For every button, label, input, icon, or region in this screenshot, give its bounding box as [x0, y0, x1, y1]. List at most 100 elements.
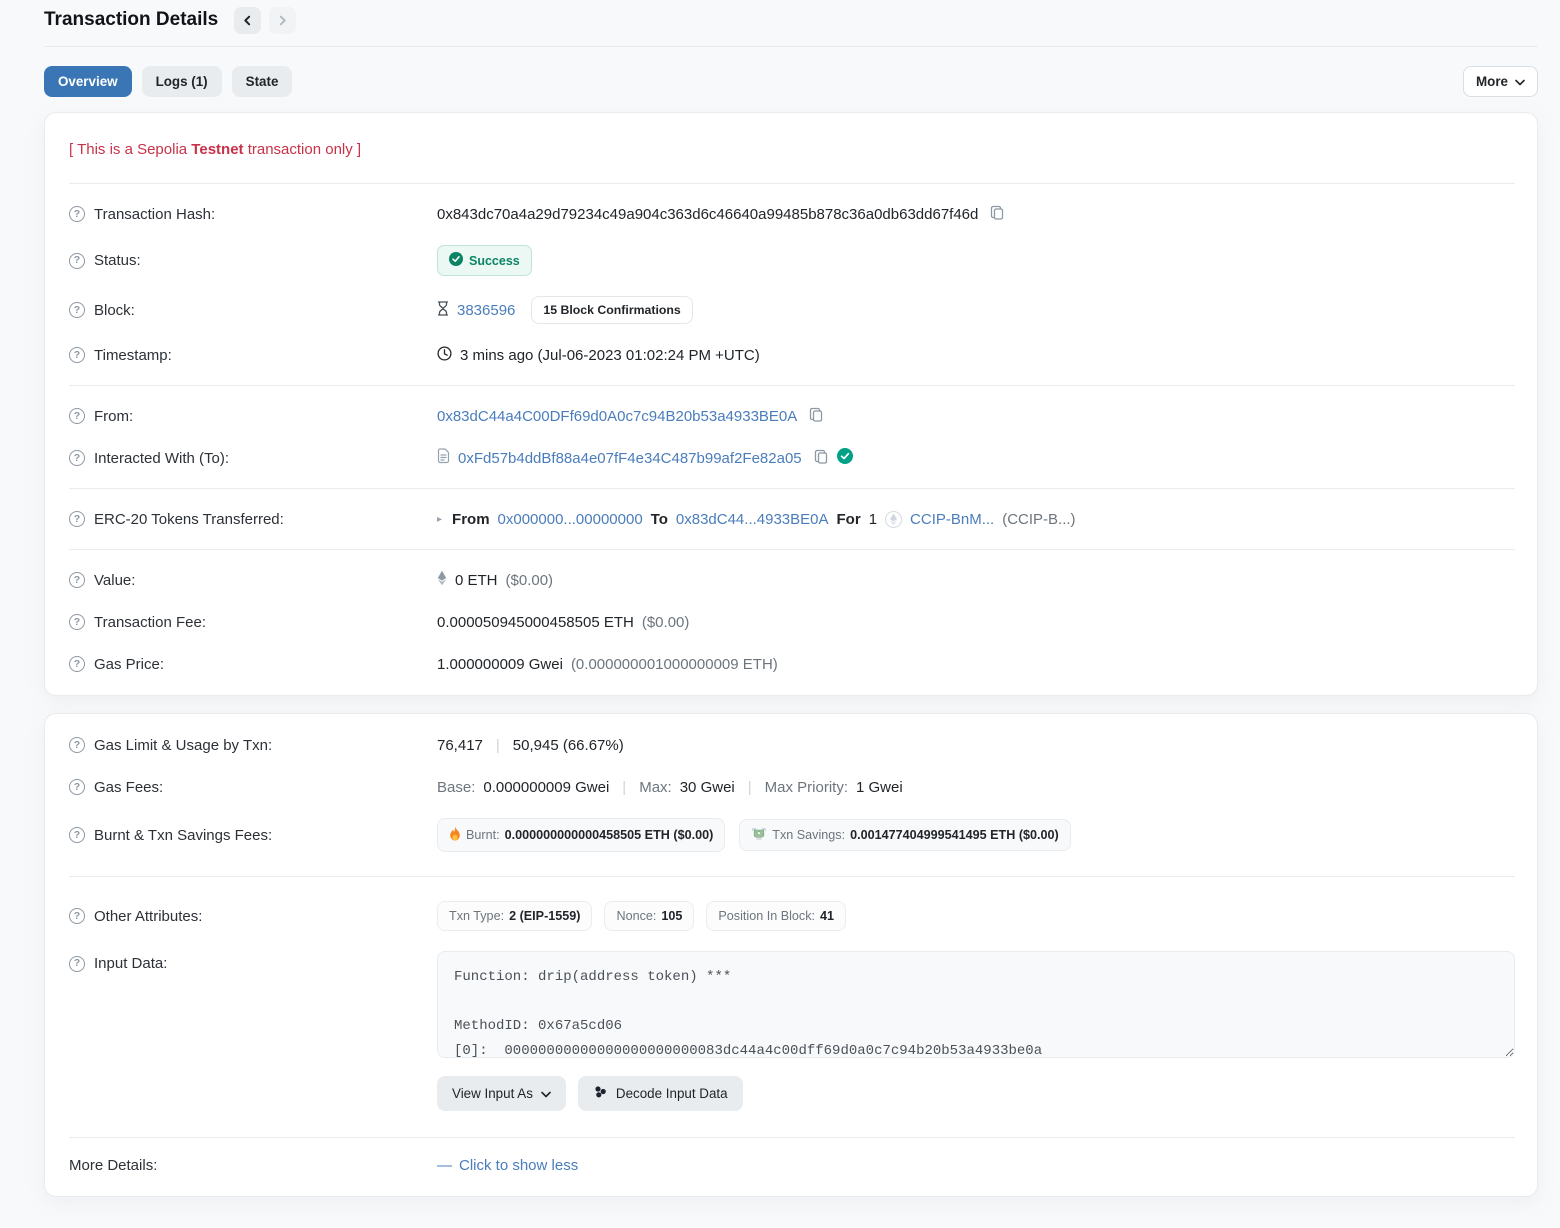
- row-other-attributes: ? Other Attributes: Txn Type: 2 (EIP-155…: [69, 891, 1515, 941]
- burnt-savings-label: Burnt & Txn Savings Fees:: [94, 827, 272, 844]
- chevron-right-icon: [277, 15, 288, 26]
- erc20-for-word: For: [837, 511, 861, 528]
- tab-logs[interactable]: Logs (1): [142, 66, 222, 97]
- prev-transaction-button[interactable]: [234, 7, 261, 34]
- page-title: Transaction Details: [44, 9, 218, 31]
- decode-nodes-icon: [593, 1085, 608, 1102]
- copy-hash-button[interactable]: [986, 205, 1005, 224]
- divider: [69, 549, 1515, 550]
- row-gas-fees: ? Gas Fees: Base: 0.000000009 Gwei | Max…: [69, 766, 1515, 808]
- pipe-divider: |: [743, 779, 757, 796]
- copy-icon: [809, 407, 824, 426]
- help-icon[interactable]: ?: [69, 408, 85, 424]
- details-card: ? Gas Limit & Usage by Txn: 76,417 | 50,…: [44, 713, 1538, 1197]
- to-address-link[interactable]: 0xFd57b4ddBf88a4e07fF4e34C487b99af2Fe82a…: [458, 450, 802, 467]
- row-transaction-fee: ? Transaction Fee: 0.000050945000458505 …: [69, 601, 1515, 643]
- gas-used-value: 50,945 (66.67%): [513, 737, 624, 754]
- divider: [69, 385, 1515, 386]
- txn-savings-value: 0.001477404999541495 ETH ($0.00): [850, 828, 1059, 842]
- help-icon[interactable]: ?: [69, 614, 85, 630]
- input-data-label: Input Data:: [94, 955, 167, 972]
- help-icon[interactable]: ?: [69, 347, 85, 363]
- block-number-link[interactable]: 3836596: [457, 302, 515, 319]
- help-icon[interactable]: ?: [69, 779, 85, 795]
- help-icon[interactable]: ?: [69, 511, 85, 527]
- tab-overview[interactable]: Overview: [44, 66, 132, 97]
- txn-savings-chip: Txn Savings: 0.001477404999541495 ETH ($…: [739, 819, 1070, 851]
- copy-from-button[interactable]: [805, 407, 824, 426]
- decode-input-data-label: Decode Input Data: [616, 1086, 728, 1101]
- transaction-fee-label: Transaction Fee:: [94, 614, 206, 631]
- decode-input-data-button[interactable]: Decode Input Data: [578, 1076, 743, 1111]
- header-divider: [44, 46, 1538, 47]
- help-icon[interactable]: ?: [69, 956, 85, 972]
- help-icon[interactable]: ?: [69, 450, 85, 466]
- erc20-token-link[interactable]: CCIP-BnM...: [910, 511, 994, 528]
- gas-limit-value: 76,417: [437, 737, 483, 754]
- txn-type-key: Txn Type:: [449, 909, 504, 923]
- help-icon[interactable]: ?: [69, 572, 85, 588]
- from-label: From:: [94, 408, 133, 425]
- erc20-to-address-link[interactable]: 0x83dC44...4933BE0A: [676, 511, 829, 528]
- row-timestamp: ? Timestamp: 3 mins ago (Jul-06-2023 01:…: [69, 334, 1515, 376]
- more-button[interactable]: More: [1463, 66, 1538, 97]
- help-icon[interactable]: ?: [69, 737, 85, 753]
- divider: [69, 488, 1515, 489]
- gas-fees-label: Gas Fees:: [94, 779, 163, 796]
- row-transaction-hash: ? Transaction Hash: 0x843dc70a4a29d79234…: [69, 193, 1515, 235]
- help-icon[interactable]: ?: [69, 827, 85, 843]
- gas-max-priority-key: Max Priority:: [765, 779, 848, 796]
- copy-to-button[interactable]: [810, 449, 829, 468]
- row-interacted-with: ? Interacted With (To): 0xFd57b4ddBf88a4…: [69, 437, 1515, 479]
- row-gas-limit-usage: ? Gas Limit & Usage by Txn: 76,417 | 50,…: [69, 724, 1515, 766]
- view-input-as-label: View Input As: [452, 1086, 533, 1101]
- position-key: Position In Block:: [718, 909, 815, 923]
- value-usd: ($0.00): [506, 572, 554, 589]
- value-label: Value:: [94, 572, 135, 589]
- erc20-to-word: To: [651, 511, 668, 528]
- page-header: Transaction Details: [44, 0, 1538, 36]
- erc20-amount: 1: [869, 511, 877, 528]
- row-erc20-transfers: ? ERC-20 Tokens Transferred: ▸ From 0x00…: [69, 498, 1515, 540]
- tab-state[interactable]: State: [232, 66, 293, 97]
- verified-check-icon: [837, 448, 853, 468]
- help-icon[interactable]: ?: [69, 253, 85, 269]
- row-input-data: ? Input Data: Function: drip(address tok…: [69, 941, 1515, 1121]
- show-less-label: Click to show less: [459, 1157, 578, 1174]
- txn-type-chip: Txn Type: 2 (EIP-1559): [437, 901, 592, 931]
- help-icon[interactable]: ?: [69, 302, 85, 318]
- money-wings-icon: [751, 827, 767, 843]
- row-status: ? Status: Success: [69, 235, 1515, 286]
- minus-dash-icon: —: [437, 1157, 452, 1174]
- erc20-from-address-link[interactable]: 0x000000...00000000: [498, 511, 643, 528]
- gas-max-key: Max:: [639, 779, 672, 796]
- input-data-textarea[interactable]: Function: drip(address token) *** Method…: [437, 951, 1515, 1058]
- next-transaction-button[interactable]: [269, 7, 296, 34]
- erc20-token-symbol: (CCIP-B...): [1002, 511, 1075, 528]
- timestamp-label: Timestamp:: [94, 347, 172, 364]
- view-input-as-button[interactable]: View Input As: [437, 1076, 566, 1111]
- transaction-fee-usd: ($0.00): [642, 614, 690, 631]
- row-more-details: More Details: — Click to show less: [69, 1144, 1515, 1186]
- check-circle-icon: [449, 252, 463, 269]
- caret-right-icon: ▸: [437, 514, 442, 525]
- transaction-hash-label: Transaction Hash:: [94, 206, 215, 223]
- copy-icon: [990, 205, 1005, 224]
- block-label: Block:: [94, 302, 135, 319]
- help-icon[interactable]: ?: [69, 908, 85, 924]
- show-less-toggle[interactable]: — Click to show less: [437, 1157, 578, 1174]
- from-address-link[interactable]: 0x83dC44a4C00DFf69d0A0c7c94B20b53a4933BE…: [437, 408, 797, 425]
- more-button-label: More: [1476, 74, 1508, 89]
- gas-price-value: 1.000000009 Gwei: [437, 656, 563, 673]
- nonce-value: 105: [661, 909, 682, 923]
- gas-base-key: Base:: [437, 779, 475, 796]
- help-icon[interactable]: ?: [69, 206, 85, 222]
- nonce-chip: Nonce: 105: [604, 901, 694, 931]
- help-icon[interactable]: ?: [69, 656, 85, 672]
- row-gas-price: ? Gas Price: 1.000000009 Gwei (0.0000000…: [69, 643, 1515, 685]
- chevron-down-icon: [1515, 74, 1525, 89]
- gas-price-eth: (0.000000001000000009 ETH): [571, 656, 778, 673]
- erc20-label: ERC-20 Tokens Transferred:: [94, 511, 284, 528]
- burnt-fee-chip: Burnt: 0.000000000000458505 ETH ($0.00): [437, 818, 725, 852]
- burnt-value: 0.000000000000458505 ETH ($0.00): [505, 828, 714, 842]
